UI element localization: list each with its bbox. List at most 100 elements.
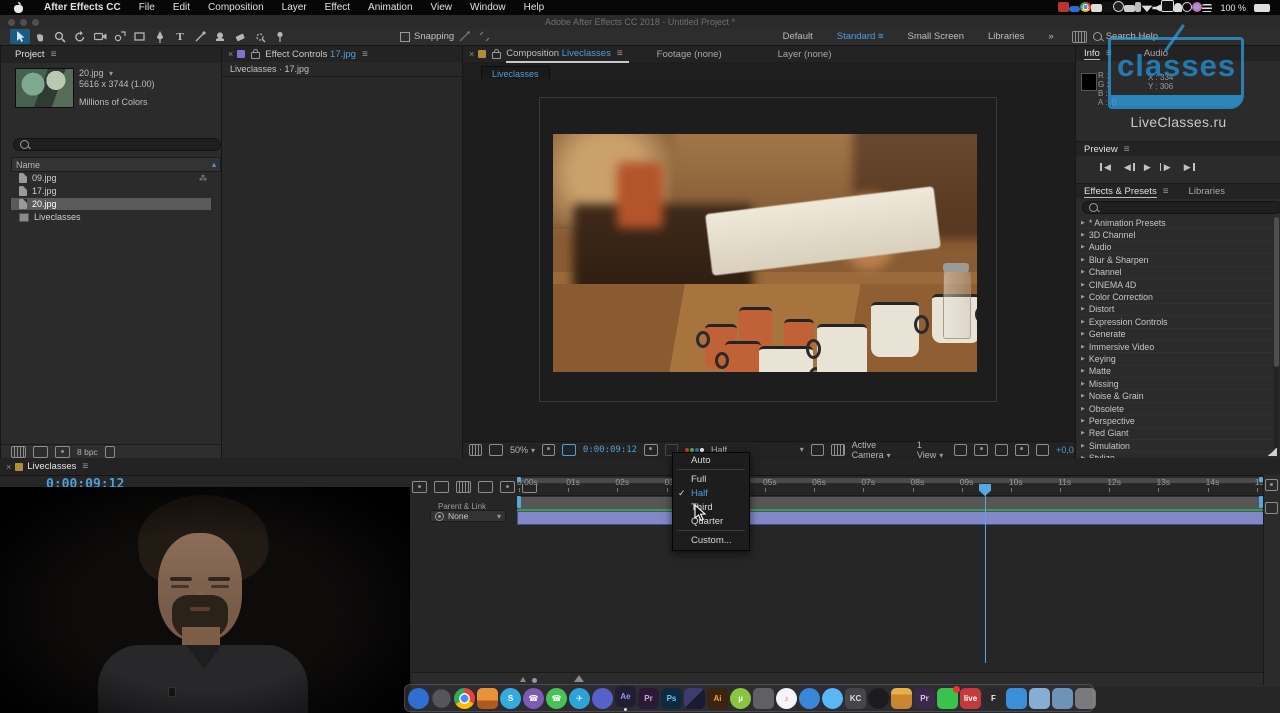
viewer-timecode[interactable]: 0:00:09:12 — [583, 445, 637, 455]
hide-shy-layers-icon[interactable] — [456, 481, 471, 493]
fast-previews-icon[interactable] — [974, 444, 987, 456]
rotation-tool-icon[interactable] — [70, 29, 90, 44]
transparency-grid-icon[interactable] — [831, 444, 844, 456]
effects-category-row[interactable]: ▶ Distort — [1076, 304, 1272, 316]
snapping-checkbox[interactable] — [400, 32, 410, 42]
workspace-small-screen[interactable]: Small Screen — [907, 31, 964, 42]
dock-downloads-folder[interactable] — [1029, 688, 1050, 709]
dock-telegram[interactable]: ✈ — [569, 688, 590, 709]
workspace-overflow[interactable]: » — [1048, 31, 1053, 42]
footage-tab[interactable]: Footage (none) — [657, 49, 722, 60]
disclosure-triangle-icon[interactable]: ▶ — [1081, 368, 1085, 374]
composition-tab[interactable]: Composition Liveclasses ≡ — [506, 45, 628, 63]
dock-gray-app[interactable] — [753, 688, 774, 709]
effects-category-row[interactable]: ▶ Simulation — [1076, 440, 1272, 452]
close-panel-icon[interactable]: × — [469, 49, 474, 59]
dock-utorrent[interactable]: µ — [730, 688, 751, 709]
user-icon[interactable] — [1174, 3, 1182, 12]
disclosure-triangle-icon[interactable]: ▶ — [1081, 331, 1085, 337]
close-panel-icon[interactable]: × — [6, 462, 11, 472]
zoom-tool-icon[interactable] — [50, 29, 70, 44]
effects-category-row[interactable]: ▶ Expression Controls — [1076, 316, 1272, 328]
menu-item-half[interactable]: ✓ Half — [673, 486, 749, 500]
menubar-item[interactable]: Edit — [173, 2, 190, 13]
project-row-17jpg[interactable]: 17.jpg — [11, 185, 211, 197]
pen-tool-icon[interactable] — [150, 29, 170, 44]
disclosure-triangle-icon[interactable]: ▶ — [1081, 232, 1085, 238]
dock-stats-folder[interactable] — [1052, 688, 1073, 709]
disclosure-triangle-icon[interactable]: ▶ — [1081, 393, 1085, 399]
dock-black-app[interactable] — [868, 688, 889, 709]
effects-category-row[interactable]: ▶ 3D Channel — [1076, 229, 1272, 241]
last-frame-button[interactable]: ▶ — [1182, 162, 1193, 173]
workspace-bar-icon[interactable] — [1072, 31, 1087, 43]
dock-antivirus[interactable] — [799, 688, 820, 709]
dock-illustrator[interactable]: Ai — [707, 688, 728, 709]
play-button[interactable]: ▶ — [1142, 162, 1153, 173]
trash-icon[interactable] — [105, 446, 115, 458]
disclosure-triangle-icon[interactable]: ▶ — [1081, 319, 1085, 325]
effects-category-row[interactable]: ▶ Keying — [1076, 353, 1272, 365]
preview-tab[interactable]: Preview — [1084, 144, 1118, 155]
composition-mini-flowchart-icon[interactable] — [412, 481, 427, 493]
dock-discord[interactable] — [592, 688, 613, 709]
clone-stamp-tool-icon[interactable] — [210, 29, 230, 44]
workspace-standard[interactable]: Standard ≡ — [837, 31, 884, 42]
menu-item-full[interactable]: Full — [673, 472, 749, 486]
menubar-item[interactable]: After Effects CC — [44, 2, 121, 13]
menubar-item[interactable]: Window — [470, 2, 506, 13]
roto-brush-tool-icon[interactable] — [250, 29, 270, 44]
effects-category-row[interactable]: ▶ Perspective — [1076, 415, 1272, 427]
effects-category-row[interactable]: ▶ Generate — [1076, 329, 1272, 341]
draft-3d-icon[interactable] — [434, 481, 449, 493]
volume-icon[interactable] — [1152, 4, 1161, 12]
dock-trash[interactable] — [1075, 688, 1096, 709]
project-row-liveclasses[interactable]: Liveclasses — [11, 211, 211, 223]
effects-category-row[interactable]: ▶ Channel — [1076, 267, 1272, 279]
dock-viber[interactable]: ☎ — [523, 688, 544, 709]
disclosure-triangle-icon[interactable]: ▶ — [1081, 294, 1085, 300]
effects-search-input[interactable] — [1082, 201, 1280, 214]
libraries-tab[interactable]: Libraries — [1189, 186, 1225, 197]
lock-icon[interactable] — [492, 52, 501, 59]
disclosure-triangle-icon[interactable]: ▶ — [1081, 306, 1085, 312]
dock-honey-app[interactable] — [891, 688, 912, 709]
layer-tab[interactable]: Layer (none) — [778, 49, 832, 60]
display-icon[interactable] — [1091, 4, 1102, 12]
effect-controls-tab[interactable]: Effect Controls — [265, 49, 327, 60]
disclosure-triangle-icon[interactable]: ▶ — [1081, 443, 1085, 449]
dock-sharpener[interactable] — [477, 688, 498, 709]
apple-icon[interactable] — [14, 3, 23, 13]
comp-marker-icon[interactable] — [1265, 479, 1278, 491]
snap-option-icon[interactable] — [454, 29, 474, 44]
motion-blur-icon[interactable] — [500, 481, 515, 493]
notification-center-icon[interactable] — [1202, 4, 1212, 12]
disclosure-triangle-icon[interactable]: ▶ — [1081, 406, 1085, 412]
previous-frame-button[interactable]: ◀ — [1122, 162, 1133, 173]
close-panel-icon[interactable]: × — [228, 49, 233, 59]
app-blue-icon[interactable] — [1069, 6, 1080, 12]
zoom-out-mountain-icon[interactable] — [520, 677, 526, 682]
dock-whatsapp[interactable]: ☎ — [546, 688, 567, 709]
chrome-icon[interactable] — [1080, 2, 1091, 12]
menubar-item[interactable]: Composition — [208, 2, 264, 13]
dock-chrome[interactable] — [454, 688, 475, 709]
effect-controls-menu-icon[interactable]: ≡ — [362, 49, 368, 60]
dock-keyboard-app[interactable]: KC — [845, 688, 866, 709]
eraser-tool-icon[interactable] — [230, 29, 250, 44]
menubar-item[interactable]: Help — [524, 2, 545, 13]
workspace-default[interactable]: Default — [783, 31, 813, 42]
work-area-start-handle[interactable] — [517, 496, 521, 508]
zoom-in-mountain-icon[interactable] — [574, 675, 584, 682]
effects-category-row[interactable]: ▶ Immersive Video — [1076, 341, 1272, 353]
type-tool-icon[interactable]: T — [170, 29, 190, 44]
new-composition-icon[interactable] — [55, 446, 70, 458]
sort-arrow-icon[interactable]: ▴ — [212, 160, 216, 169]
region-of-interest-icon[interactable] — [811, 444, 824, 456]
input-source-icon[interactable] — [1161, 0, 1174, 12]
dock-photoshop[interactable]: Ps — [661, 688, 682, 709]
effects-category-row[interactable]: ▶ CINEMA 4D — [1076, 279, 1272, 291]
disclosure-triangle-icon[interactable]: ▶ — [1081, 344, 1085, 350]
disclosure-triangle-icon[interactable]: ▶ — [1081, 430, 1085, 436]
effects-category-row[interactable]: ▶ Obsolete — [1076, 403, 1272, 415]
